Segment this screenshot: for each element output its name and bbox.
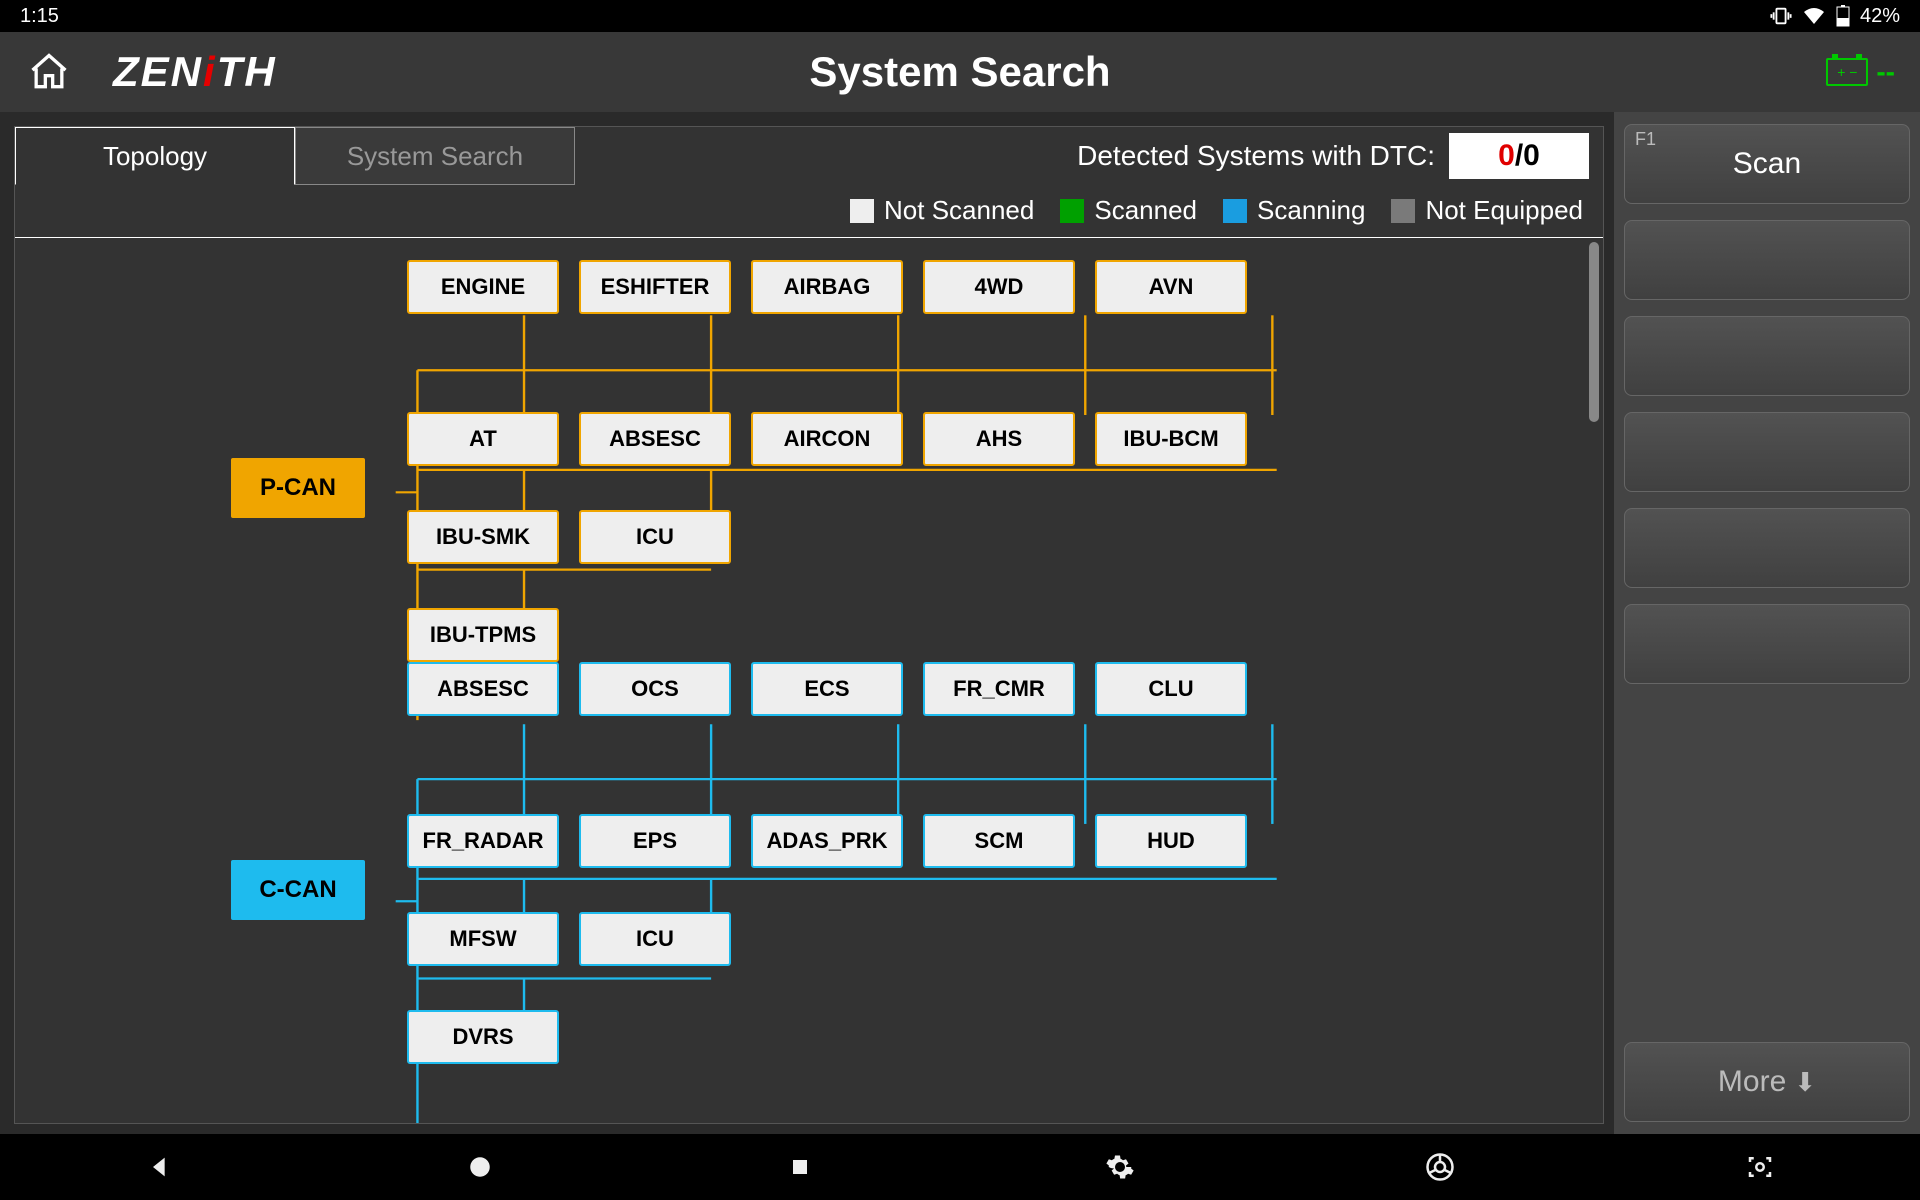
scan-button[interactable]: F1 Scan [1624, 124, 1910, 204]
f1-label: F1 [1635, 129, 1656, 150]
node-dvrs[interactable]: DVRS [407, 1010, 559, 1064]
node-engine[interactable]: ENGINE [407, 260, 559, 314]
node-ahs[interactable]: AHS [923, 412, 1075, 466]
node-aircon[interactable]: AIRCON [751, 412, 903, 466]
home-button[interactable] [25, 48, 73, 96]
rail-slot-4[interactable] [1624, 412, 1910, 492]
bus-pcan[interactable]: P-CAN [231, 458, 365, 518]
node-ibu-tpms[interactable]: IBU-TPMS [407, 608, 559, 662]
node-adas-prk[interactable]: ADAS_PRK [751, 814, 903, 868]
dtc-counter: 0 / 0 [1449, 133, 1589, 179]
screenshot-button[interactable] [1736, 1143, 1784, 1191]
node-icu-p[interactable]: ICU [579, 510, 731, 564]
dtc-label: Detected Systems with DTC: [1077, 140, 1435, 172]
battery-icon [1836, 5, 1850, 27]
node-ibu-smk[interactable]: IBU-SMK [407, 510, 559, 564]
arrow-down-icon: ⬇ [1794, 1067, 1816, 1098]
node-4wd[interactable]: 4WD [923, 260, 1075, 314]
node-fr-cmr[interactable]: FR_CMR [923, 662, 1075, 716]
tab-system-search[interactable]: System Search [295, 127, 575, 185]
node-mfsw[interactable]: MFSW [407, 912, 559, 966]
node-ocs[interactable]: OCS [579, 662, 731, 716]
more-button[interactable]: More ⬇ [1624, 1042, 1910, 1122]
rail-slot-5[interactable] [1624, 508, 1910, 588]
node-ecs[interactable]: ECS [751, 662, 903, 716]
vibrate-icon [1770, 5, 1792, 27]
android-nav-bar [0, 1134, 1920, 1200]
battery-pct: 42% [1860, 5, 1900, 28]
node-absesc-c[interactable]: ABSESC [407, 662, 559, 716]
page-title: System Search [809, 48, 1110, 96]
swatch-not-scanned [850, 199, 874, 223]
right-rail: F1 Scan More ⬇ [1614, 112, 1920, 1134]
node-at[interactable]: AT [407, 412, 559, 466]
node-hud[interactable]: HUD [1095, 814, 1247, 868]
status-time: 1:15 [20, 5, 59, 28]
recents-button[interactable] [776, 1143, 824, 1191]
status-right: 42% [1770, 5, 1900, 28]
rail-slot-2[interactable] [1624, 220, 1910, 300]
topology-canvas[interactable]: P-CAN ENGINE ESHIFTER AIRBAG 4WD AVN AT … [15, 237, 1603, 1123]
node-airbag[interactable]: AIRBAG [751, 260, 903, 314]
node-scm[interactable]: SCM [923, 814, 1075, 868]
node-eshifter[interactable]: ESHIFTER [579, 260, 731, 314]
main-panel: Topology System Search Detected Systems … [14, 126, 1604, 1124]
voltage-value: -- [1876, 56, 1895, 88]
node-ibu-bcm[interactable]: IBU-BCM [1095, 412, 1247, 466]
settings-nav-button[interactable] [1096, 1143, 1144, 1191]
legend: Not Scanned Scanned Scanning Not Equippe… [15, 185, 1603, 238]
rail-slot-6[interactable] [1624, 604, 1910, 684]
tab-topology[interactable]: Topology [15, 127, 295, 185]
swatch-not-equipped [1391, 199, 1415, 223]
wifi-icon [1802, 6, 1826, 26]
tab-row: Topology System Search Detected Systems … [15, 127, 1603, 185]
status-bar: 1:15 42% [0, 0, 1920, 32]
node-icu-c[interactable]: ICU [579, 912, 731, 966]
chrome-nav-button[interactable] [1416, 1143, 1464, 1191]
logo: ZENiTH [113, 48, 277, 96]
vehicle-battery-indicator: + − -- [1826, 56, 1895, 88]
node-fr-radar[interactable]: FR_RADAR [407, 814, 559, 868]
rail-slot-3[interactable] [1624, 316, 1910, 396]
node-clu[interactable]: CLU [1095, 662, 1247, 716]
bus-ccan[interactable]: C-CAN [231, 860, 365, 920]
node-absesc-p[interactable]: ABSESC [579, 412, 731, 466]
node-avn[interactable]: AVN [1095, 260, 1247, 314]
back-button[interactable] [136, 1143, 184, 1191]
car-battery-icon: + − [1826, 58, 1868, 86]
swatch-scanning [1223, 199, 1247, 223]
node-eps[interactable]: EPS [579, 814, 731, 868]
home-nav-button[interactable] [456, 1143, 504, 1191]
app-header: ZENiTH System Search + − -- [0, 32, 1920, 112]
swatch-scanned [1060, 199, 1084, 223]
